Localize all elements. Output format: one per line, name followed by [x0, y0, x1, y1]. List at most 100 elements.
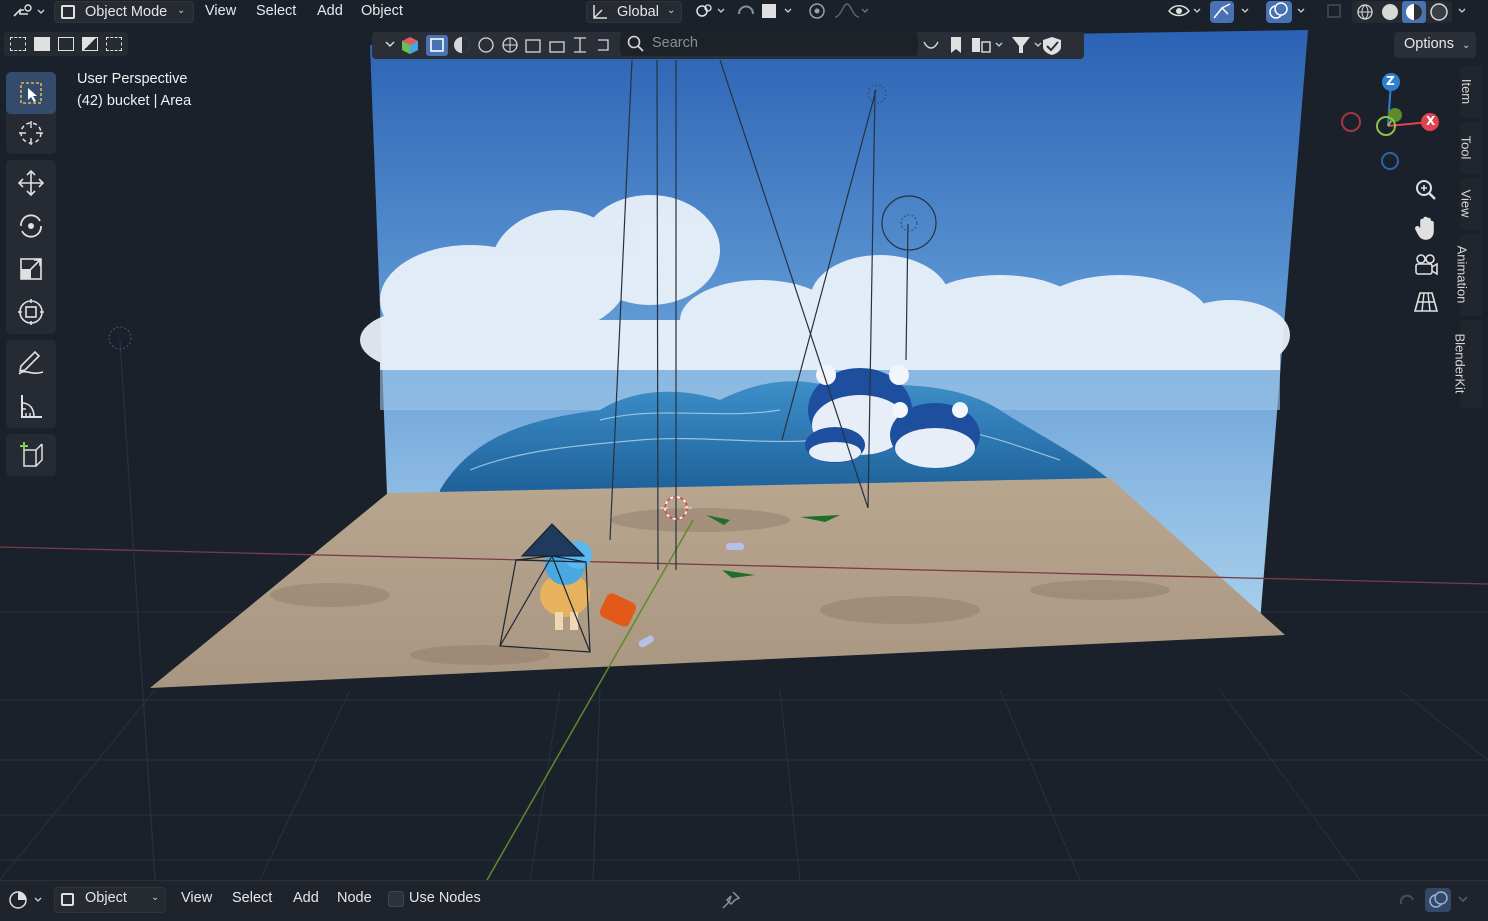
overlays-icon — [1429, 891, 1448, 908]
mode-label: Object Mode — [85, 4, 168, 20]
select-subtract-icon[interactable] — [58, 37, 74, 51]
shading-modes[interactable] — [1352, 0, 1476, 24]
visibility-dropdown[interactable] — [1166, 0, 1206, 24]
tool-rotate[interactable] — [6, 205, 56, 247]
overlays-dropdown-node[interactable] — [1455, 889, 1471, 913]
search-placeholder: Search — [652, 35, 698, 51]
navigation-gizmo[interactable]: Z X — [1336, 68, 1448, 176]
tool-transform[interactable] — [6, 291, 56, 333]
grid-perspective-icon — [1413, 292, 1439, 312]
measure-icon — [21, 395, 42, 418]
move-icon — [17, 169, 45, 197]
overlays-icon — [1269, 2, 1305, 19]
pan-button[interactable] — [1410, 212, 1442, 244]
toolbar-transform — [6, 160, 56, 334]
perspective-toggle-button[interactable] — [1410, 286, 1442, 318]
options-dropdown[interactable]: Options ⌄ — [1394, 32, 1476, 58]
gizmo-toggle[interactable] — [1210, 0, 1256, 24]
editor-type-icon — [13, 4, 45, 17]
tool-move[interactable] — [6, 162, 56, 204]
shader-editor-icon — [9, 891, 42, 909]
gizmo-x-label: X — [1426, 114, 1436, 128]
pivot-point-button[interactable] — [694, 0, 728, 24]
menu-view[interactable]: View — [205, 0, 236, 24]
use-nodes-checkbox[interactable] — [388, 891, 404, 907]
tool-cursor[interactable] — [6, 112, 56, 154]
select-extend-icon[interactable] — [34, 37, 50, 51]
overlays-toggle[interactable] — [1266, 0, 1312, 24]
snap-icon — [738, 4, 792, 18]
orientation-icon — [593, 5, 607, 19]
footer-menu-add[interactable]: Add — [293, 890, 319, 906]
chevron-down-icon: ⌄ — [151, 892, 160, 903]
tool-select-box[interactable] — [6, 72, 56, 114]
proportional-editing-toggle[interactable] — [805, 0, 871, 24]
tool-scale[interactable] — [6, 248, 56, 290]
asset-bar-right-icons[interactable] — [920, 32, 1080, 59]
toolbar-add — [6, 434, 56, 476]
gizmo-z-label: Z — [1386, 74, 1395, 88]
eye-icon — [1168, 5, 1201, 17]
chevron-down-icon: ⌄ — [177, 5, 186, 16]
xray-icon — [1327, 4, 1341, 18]
3d-viewport[interactable]: Object Mode ⌄ View Select Add Object Glo… — [0, 0, 1488, 880]
footer-menu-select[interactable]: Select — [232, 890, 272, 906]
filter-type-icons — [385, 35, 609, 56]
proportional-editing-icon — [809, 3, 869, 19]
shader-type-label: Object — [85, 890, 127, 906]
rotate-icon — [20, 214, 42, 238]
shading-icons — [1352, 1, 1466, 23]
tool-measure[interactable] — [6, 385, 56, 427]
tab-animation[interactable]: Animation — [1454, 234, 1482, 316]
camera-icon — [1415, 254, 1438, 276]
camera-view-button[interactable] — [1410, 249, 1442, 281]
tool-add-cube[interactable] — [6, 434, 56, 476]
options-label: Options — [1404, 36, 1454, 52]
shader-type-dropdown[interactable]: Object ⌄ — [54, 887, 166, 913]
select-new-icon[interactable] — [10, 37, 26, 51]
snap-toggle[interactable] — [735, 0, 797, 24]
toolbar-annotate — [6, 340, 56, 428]
perspective-label: User Perspective — [77, 71, 188, 87]
transform-orientation-dropdown[interactable]: Global ⌄ — [586, 1, 682, 23]
menu-select[interactable]: Select — [256, 0, 296, 24]
tab-view[interactable]: View — [1458, 178, 1482, 230]
select-difference-icon[interactable] — [82, 37, 98, 51]
editor-type-button[interactable] — [6, 889, 46, 915]
tab-item[interactable]: Item — [1459, 66, 1482, 118]
zoom-icon — [1416, 180, 1436, 200]
tab-blenderkit[interactable]: BlenderKit — [1452, 320, 1482, 408]
footer-menu-node[interactable]: Node — [337, 890, 372, 906]
snap-toggle-node[interactable] — [1396, 888, 1418, 916]
toolbar-select-cursor — [6, 72, 56, 154]
pin-button[interactable] — [720, 889, 742, 915]
gizmo-icon — [1213, 3, 1249, 19]
footer-menu-view[interactable]: View — [181, 890, 212, 906]
cursor-icon — [19, 121, 43, 145]
menu-object[interactable]: Object — [361, 0, 403, 24]
selection-mode-buttons — [4, 32, 128, 56]
search-input[interactable]: Search — [620, 32, 918, 56]
select-box-icon — [20, 82, 42, 104]
add-cube-icon — [20, 442, 43, 467]
active-object-info: (42) bucket | Area — [77, 93, 192, 109]
mode-dropdown[interactable]: Object Mode ⌄ — [54, 1, 194, 23]
tool-annotate[interactable] — [6, 342, 56, 384]
overlays-toggle-node[interactable] — [1425, 888, 1451, 912]
magnet-icon — [1399, 894, 1414, 905]
object-mode-icon — [61, 5, 75, 19]
pivot-icon — [696, 4, 725, 17]
menu-add[interactable]: Add — [317, 0, 343, 24]
select-intersect-icon[interactable] — [106, 37, 122, 51]
tab-tool[interactable]: Tool — [1458, 122, 1482, 174]
object-mode-icon — [61, 893, 74, 906]
zoom-button[interactable] — [1410, 174, 1442, 206]
chevron-down-icon — [1458, 896, 1468, 902]
annotate-icon — [18, 350, 44, 375]
pin-icon — [722, 891, 741, 909]
viewport-header: Object Mode ⌄ View Select Add Object Glo… — [0, 0, 1488, 24]
editor-type-button[interactable] — [8, 0, 46, 24]
xray-toggle[interactable] — [1324, 0, 1346, 24]
search-icon — [627, 35, 644, 52]
orientation-label: Global — [617, 4, 659, 20]
